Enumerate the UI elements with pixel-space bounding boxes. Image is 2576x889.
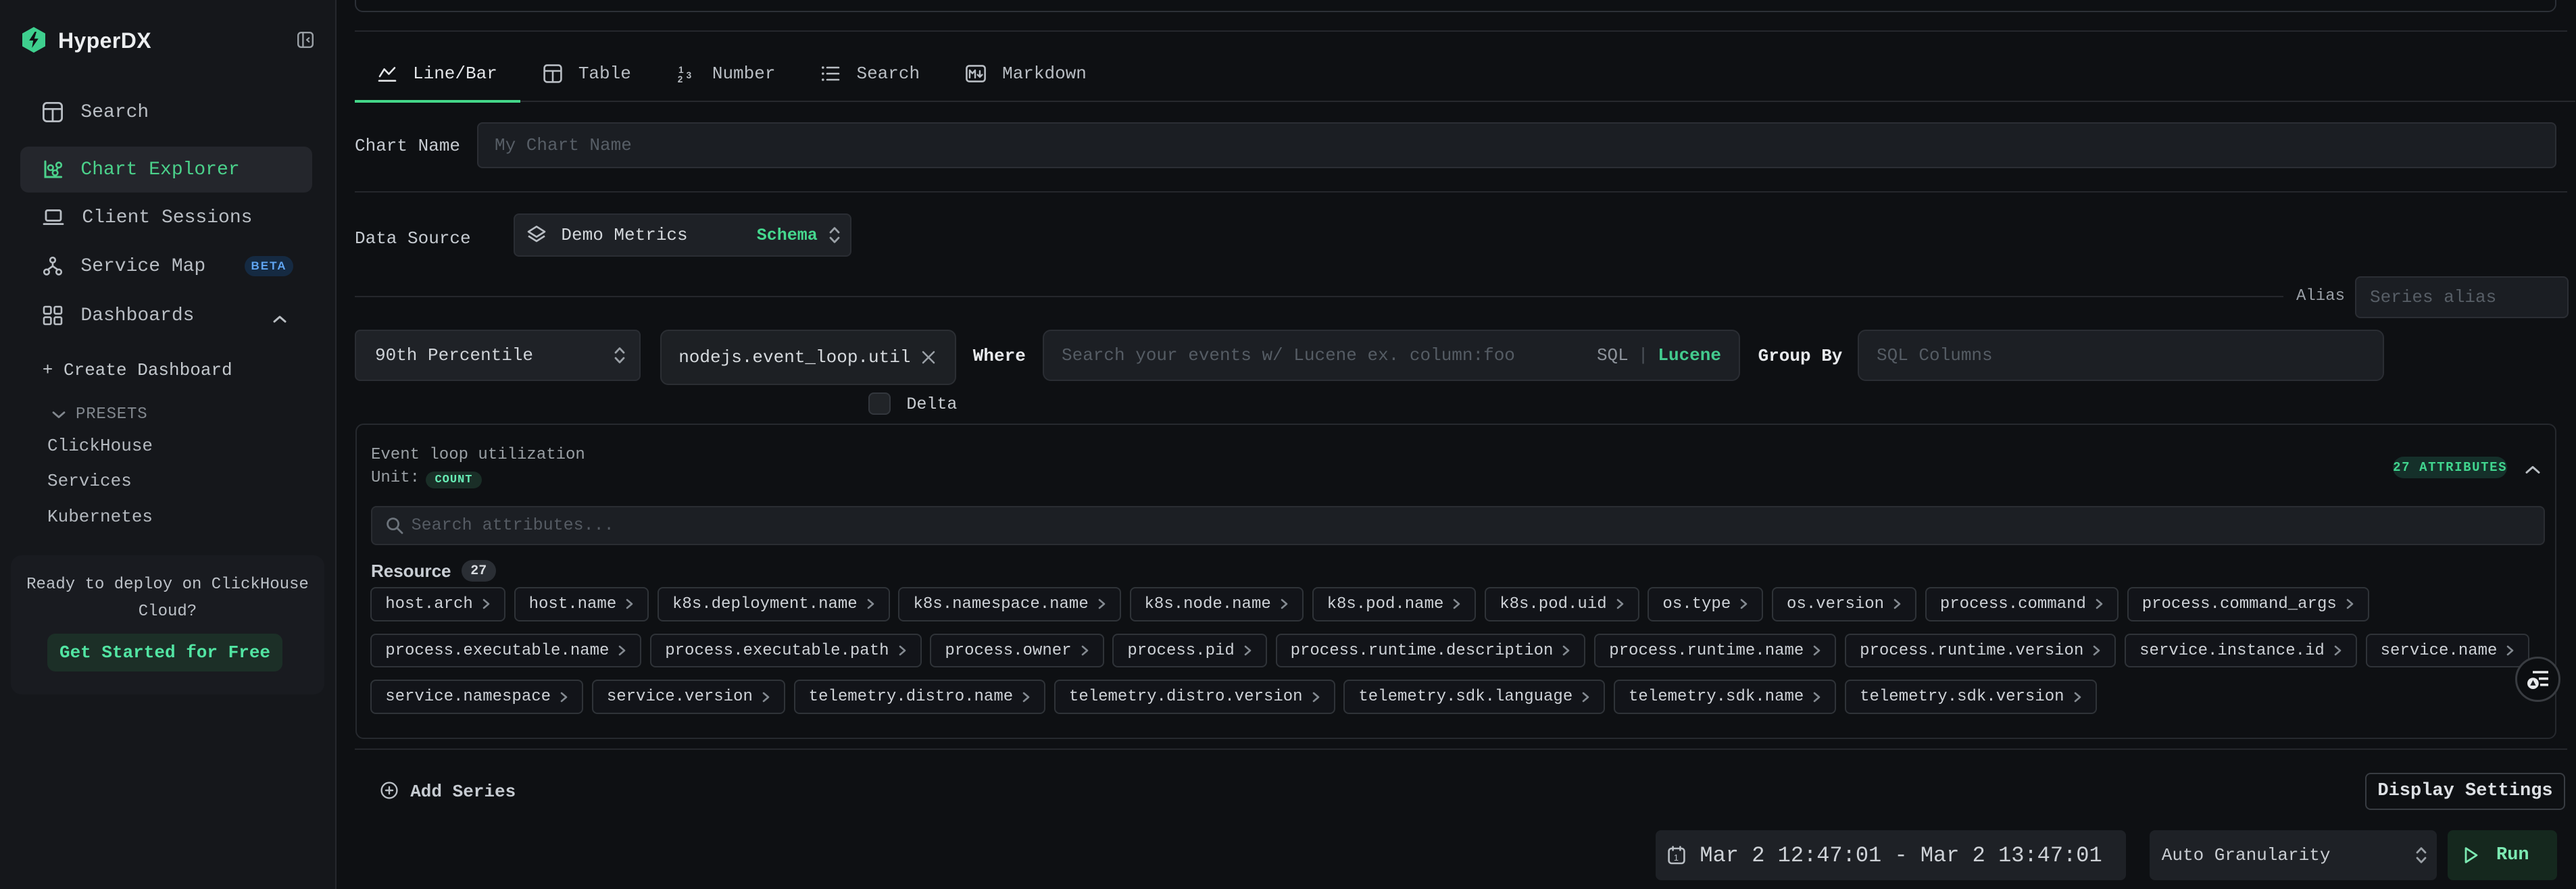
svg-text:2: 2 — [678, 74, 683, 83]
svg-text:3: 3 — [686, 70, 691, 80]
svg-text:1: 1 — [1674, 853, 1679, 863]
svg-text:1: 1 — [678, 65, 684, 75]
